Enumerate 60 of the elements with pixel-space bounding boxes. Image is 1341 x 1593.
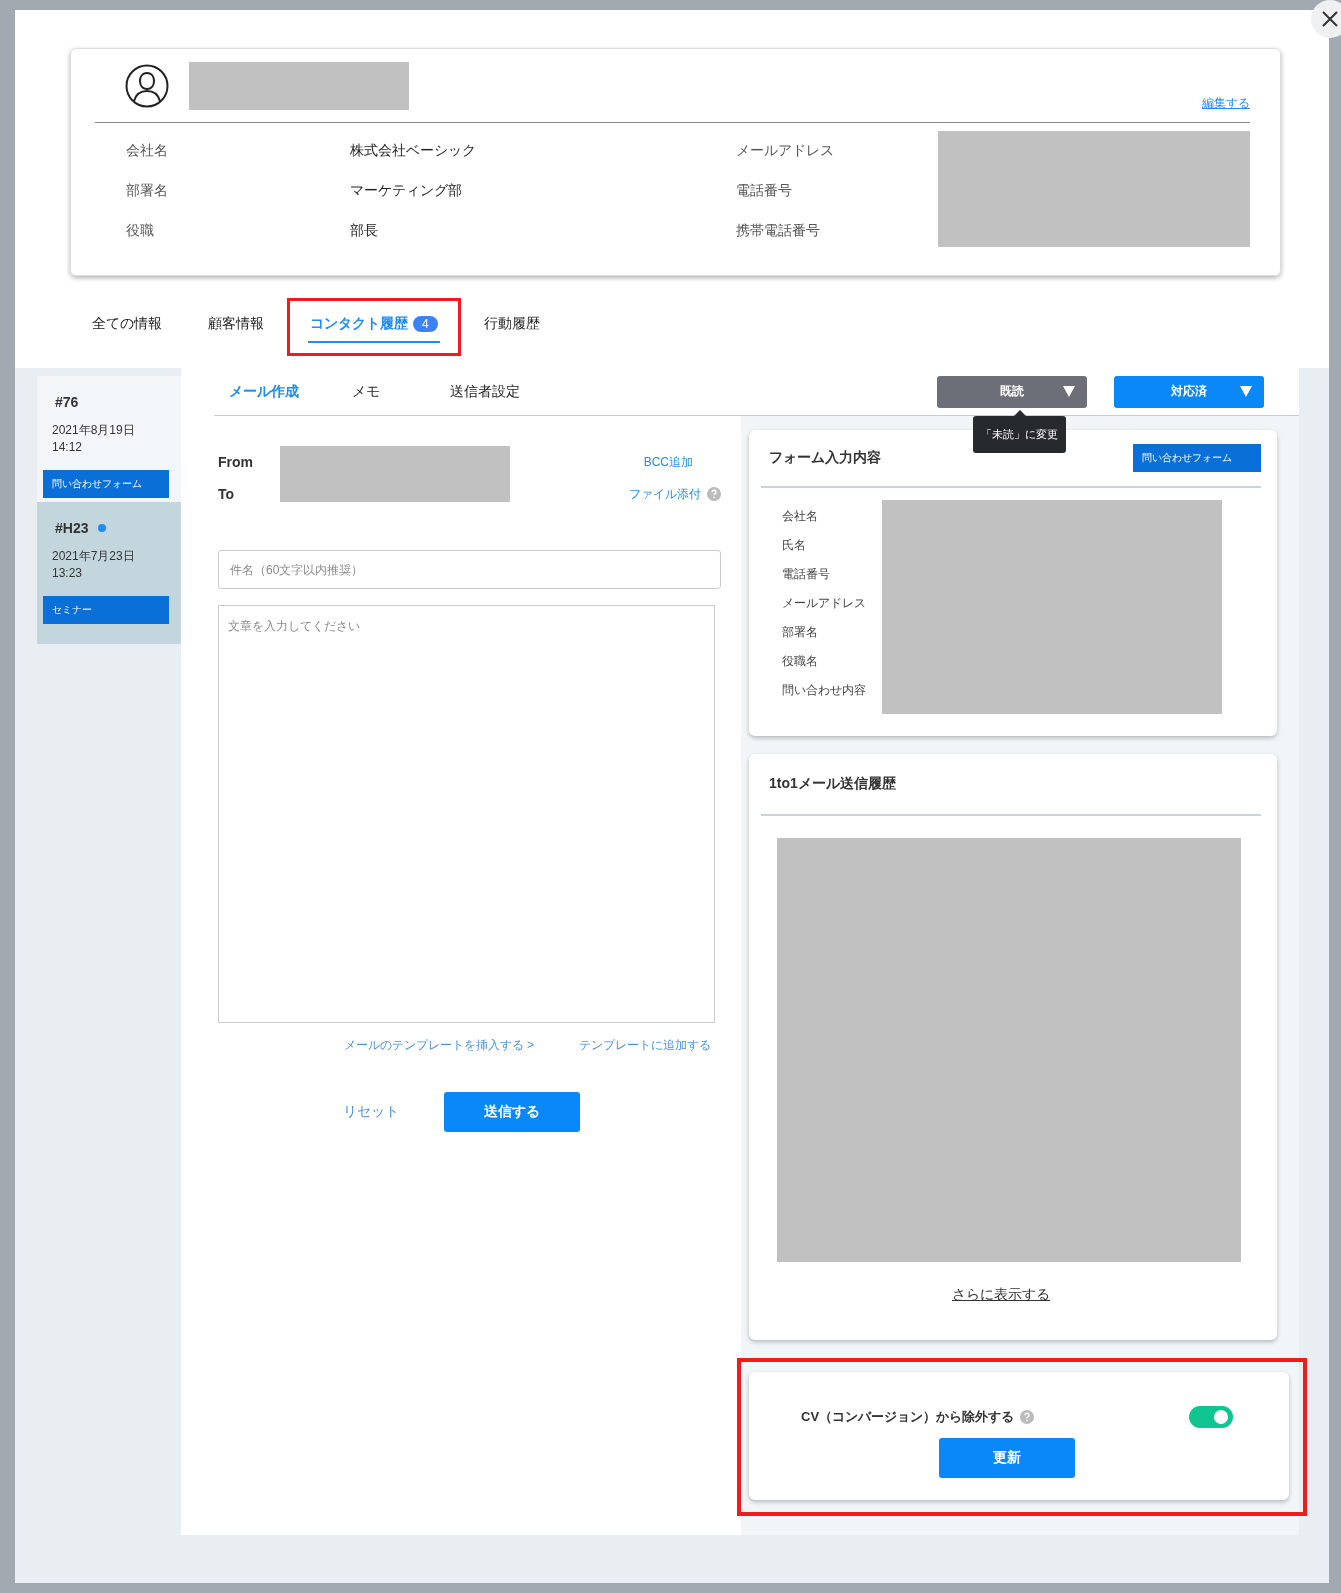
contact-date: 2021年7月23日 13:23 — [52, 548, 136, 582]
close-button[interactable] — [1311, 0, 1341, 38]
field-value: マーケティング部 — [350, 182, 463, 200]
edit-link[interactable]: 編集する — [1202, 95, 1250, 112]
field-value: 部長 — [350, 222, 379, 240]
close-icon — [1321, 10, 1339, 28]
tab[interactable]: 顧客情報 — [206, 311, 266, 343]
status-dropdown[interactable]: 対応済 — [1114, 375, 1264, 408]
contact-item[interactable]: #H23 2021年7月23日 13:23 セミナー — [37, 502, 181, 644]
from-label: From — [218, 454, 254, 470]
channel-tag: セミナー — [43, 596, 169, 624]
toggle-switch[interactable] — [1189, 1406, 1233, 1428]
body-field[interactable]: 文章を入力してください — [218, 605, 715, 1023]
card-title: 1to1メール送信履歴 — [769, 775, 896, 793]
form-tag: 問い合わせフォーム — [1133, 444, 1261, 472]
help-icon — [1020, 1410, 1035, 1424]
field-label: 問い合わせ内容 — [782, 682, 867, 699]
tab[interactable]: 全ての情報 — [90, 311, 164, 343]
tab[interactable]: メモ — [352, 382, 380, 401]
field-value: 株式会社ベーシック — [350, 142, 477, 160]
to-label: To — [218, 486, 236, 502]
tab[interactable]: 送信者設定 — [450, 382, 520, 401]
field-label: 部署名 — [782, 624, 819, 641]
tab[interactable]: 行動履歴 — [481, 311, 542, 343]
count-badge: 4 — [413, 316, 438, 332]
tab[interactable]: メール作成 — [229, 382, 299, 401]
channel-tag: 問い合わせフォーム — [43, 470, 169, 498]
field-label: メールアドレス — [782, 595, 867, 612]
show-more-link[interactable]: さらに表示する — [952, 1286, 1050, 1304]
contact-number: #76 — [55, 394, 79, 410]
field-label: 会社名 — [782, 508, 819, 525]
tooltip-pointer-icon — [1013, 409, 1026, 416]
field-label: 電話番号 — [736, 181, 793, 200]
card-title: フォーム入力内容 — [769, 449, 881, 467]
bcc-link[interactable]: BCC追加 — [643, 453, 693, 471]
send-button[interactable]: 送信する — [444, 1092, 580, 1132]
contact-number: #H23 — [55, 520, 89, 536]
caret-icon — [1240, 385, 1252, 397]
field-label: 部署名 — [126, 182, 169, 200]
attach-link[interactable]: ファイル添付 — [629, 485, 701, 503]
cv-exclude-label: CV（コンバージョン）から除外する — [801, 1408, 1015, 1426]
field-label: 役職名 — [782, 653, 819, 670]
update-button[interactable]: 更新 — [939, 1438, 1075, 1478]
help-icon — [707, 487, 721, 501]
field-label: 氏名 — [782, 537, 807, 554]
field-label: メールアドレス — [736, 141, 835, 160]
field-label: 役職 — [126, 222, 155, 240]
contact-item[interactable]: #76 2021年8月19日 14:12 問い合わせフォーム — [37, 376, 181, 502]
caret-icon — [1063, 385, 1075, 397]
avatar-icon — [125, 63, 169, 108]
contact-date: 2021年8月19日 14:12 — [52, 422, 136, 456]
reset-button[interactable]: リセット — [343, 1103, 399, 1121]
field-label: 会社名 — [126, 142, 169, 160]
template-add-link[interactable]: テンプレートに追加する — [579, 1037, 711, 1054]
template-insert-link[interactable]: メールのテンプレートを挿入する > — [343, 1037, 534, 1054]
tooltip: 「未読」に変更 — [973, 415, 1066, 453]
field-label: 電話番号 — [782, 566, 831, 583]
subject-field[interactable]: 件名（60文字以内推奨） — [218, 550, 721, 589]
tab[interactable]: コンタクト履歴 4 — [308, 311, 440, 343]
field-label: 携帯電話番号 — [736, 221, 821, 240]
